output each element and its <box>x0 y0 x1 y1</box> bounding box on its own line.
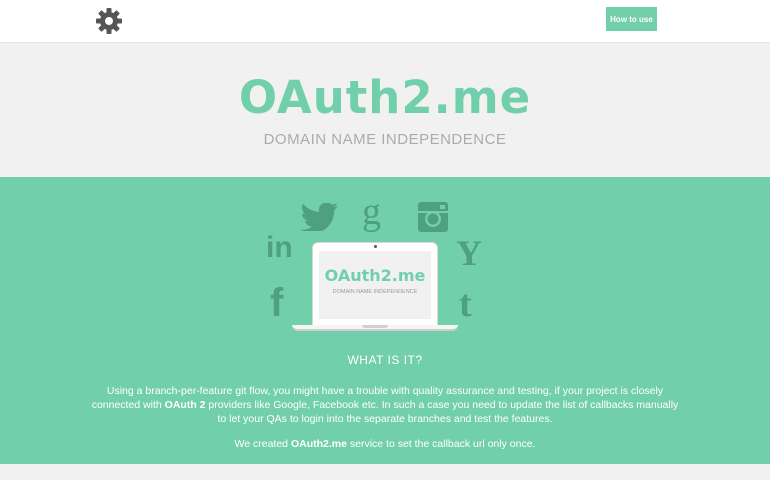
laptop-subtitle: DOMAIN NAME INDEPENDENCE <box>332 289 418 295</box>
oauth2-highlight: OAuth 2 <box>164 399 206 411</box>
section-heading: WHAT IS IT? <box>347 353 423 367</box>
oauth2me-highlight: OAuth2.me <box>290 438 347 450</box>
google-icon: g <box>362 191 381 233</box>
yahoo-icon: Y <box>456 233 482 273</box>
hero-title: OAuth2.me <box>238 71 532 124</box>
laptop-notch <box>362 325 388 328</box>
laptop-screen: OAuth2.me DOMAIN NAME INDEPENDENCE <box>312 242 438 326</box>
service-note: We created OAuth2.me service to set the … <box>234 438 536 450</box>
about-section: in g Y f t OAuth2.me DOMAIN NAME INDEPEN… <box>0 177 770 464</box>
description-text: Using a branch-per-feature git flow, you… <box>91 385 679 425</box>
hero-subtitle: DOMAIN NAME INDEPENDENCE <box>263 131 507 148</box>
gear-icon[interactable] <box>95 7 123 35</box>
bottom-section <box>0 464 770 480</box>
twitter-icon <box>301 203 338 231</box>
linkedin-icon: in <box>266 231 293 264</box>
webcam-icon <box>374 245 377 248</box>
laptop-title: OAuth2.me <box>324 266 426 285</box>
laptop-illustration: OAuth2.me DOMAIN NAME INDEPENDENCE <box>292 242 458 336</box>
laptop-screen-content: OAuth2.me DOMAIN NAME INDEPENDENCE <box>319 251 431 319</box>
laptop-base <box>292 325 458 331</box>
facebook-icon: f <box>270 281 284 325</box>
top-navbar: How to use <box>0 0 770 43</box>
instagram-icon <box>418 202 448 232</box>
tumblr-icon: t <box>459 283 472 325</box>
hero-section: OAuth2.me DOMAIN NAME INDEPENDENCE <box>0 44 770 177</box>
how-to-use-button[interactable]: How to use <box>606 7 657 31</box>
